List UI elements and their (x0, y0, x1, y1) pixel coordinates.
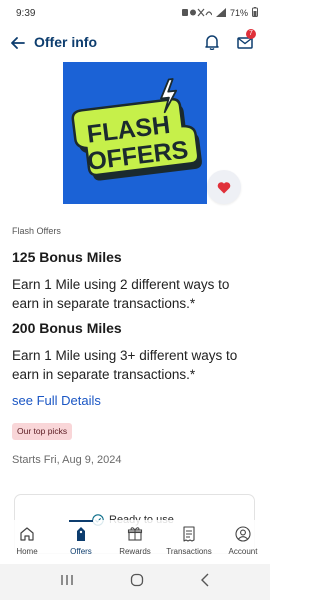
recent-apps-button[interactable] (60, 573, 74, 591)
signal-icon (215, 7, 226, 19)
home-system-button[interactable] (130, 573, 144, 592)
offer-description-1-line2: earn in separate transactions.* (12, 296, 196, 311)
offer-image: FLASH OFFERS (63, 62, 207, 204)
offer-title-2: 200 Bonus Miles (12, 320, 122, 336)
heart-icon (217, 181, 231, 193)
system-navigation-bar (0, 564, 270, 600)
nav-offers-label: Offers (70, 547, 92, 556)
nav-transactions[interactable]: Transactions (162, 520, 216, 564)
gift-icon (127, 527, 143, 541)
app-header: Offer info 7 (0, 28, 270, 58)
account-icon (235, 526, 251, 542)
inbox-button[interactable]: 7 (234, 29, 256, 52)
nav-transactions-label: Transactions (166, 547, 212, 556)
nav-account-label: Account (228, 547, 258, 556)
bottom-navigation: Home Offers Rewards Transactions Account (0, 520, 270, 564)
nav-rewards[interactable]: Rewards (108, 520, 162, 564)
page-title: Offer info (34, 34, 97, 50)
offer-description-2-line1: Earn 1 Mile using 3+ different ways to (12, 348, 238, 363)
offer-title-1: 125 Bonus Miles (12, 249, 122, 265)
battery-text: 71% (229, 8, 248, 18)
back-button[interactable] (8, 33, 28, 53)
offer-start-date: Starts Fri, Aug 9, 2024 (12, 454, 122, 466)
status-bar: 9:39 71% (0, 0, 270, 26)
chevron-left-icon (201, 573, 209, 586)
full-details-link[interactable]: see Full Details (12, 393, 101, 408)
nav-home[interactable]: Home (0, 520, 54, 564)
home-icon (20, 527, 34, 541)
system-back-button[interactable] (200, 573, 210, 592)
nav-account[interactable]: Account (216, 520, 270, 564)
offer-description-2-line2: earn in separate transactions.* (12, 367, 196, 382)
favorite-button[interactable] (207, 170, 241, 204)
bell-icon (205, 35, 219, 50)
offer-description-2: Earn 1 Mile using 3+ different ways to e… (12, 346, 260, 384)
status-time: 9:39 (16, 7, 36, 19)
nav-rewards-label: Rewards (119, 547, 151, 556)
notifications-button[interactable] (202, 32, 222, 52)
offers-tag-icon (77, 527, 85, 541)
inbox-badge: 7 (246, 29, 256, 39)
nav-home-label: Home (16, 547, 38, 556)
recent-apps-icon (61, 575, 73, 585)
top-picks-tag: Our top picks (12, 423, 73, 440)
battery-icon (252, 7, 258, 19)
receipt-icon (183, 526, 195, 542)
offer-description-1: Earn 1 Mile using 2 different ways to ea… (12, 275, 260, 313)
active-indicator (69, 520, 93, 522)
home-circle-icon (130, 573, 144, 586)
notification-icons (181, 8, 213, 19)
status-icons: 71% (181, 7, 258, 19)
offer-description-1-line1: Earn 1 Mile using 2 different ways to (12, 277, 230, 292)
offer-category: Flash Offers (12, 226, 61, 236)
flash-offers-logo: FLASH OFFERS (71, 78, 202, 181)
nav-offers[interactable]: Offers (54, 520, 108, 564)
back-arrow-icon (11, 37, 25, 49)
